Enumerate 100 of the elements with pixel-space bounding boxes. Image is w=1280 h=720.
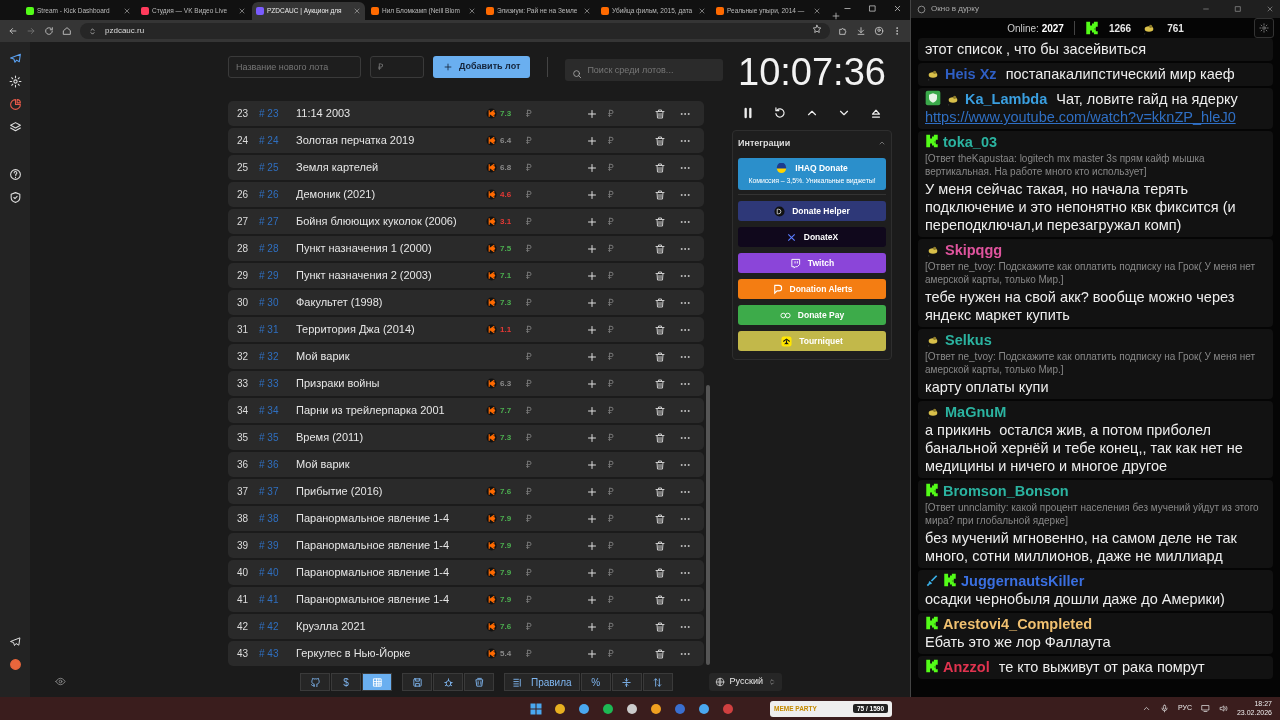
amount-field[interactable]: ₽ (608, 457, 648, 472)
close-icon[interactable] (468, 7, 476, 15)
b-logo-icon[interactable] (8, 658, 22, 671)
add-amount-button[interactable] (586, 566, 598, 579)
settings-icon[interactable] (8, 75, 22, 88)
lot-title[interactable]: Территория Джа (2014) (296, 321, 486, 338)
toolbar-button[interactable] (433, 673, 463, 691)
delete-button[interactable] (654, 215, 666, 228)
lot-title[interactable]: Круэлла 2021 (296, 618, 486, 635)
profile-icon[interactable] (874, 26, 884, 36)
lot-title[interactable]: Паранормальное явление 1-4 (296, 537, 486, 554)
logo-icon[interactable] (8, 52, 22, 65)
delete-button[interactable] (654, 188, 666, 201)
app-icon[interactable] (698, 702, 710, 715)
app-icon[interactable] (626, 702, 638, 715)
add-amount-button[interactable] (586, 242, 598, 255)
toolbar-button[interactable] (402, 673, 432, 691)
amount-field[interactable]: ₽ (608, 160, 648, 175)
amount-field[interactable]: ₽ (608, 295, 648, 310)
amount-field[interactable]: ₽ (608, 268, 648, 283)
speaker-icon[interactable] (1218, 704, 1228, 713)
help-icon[interactable] (8, 168, 22, 181)
lot-title[interactable]: Время (2011) (296, 429, 486, 446)
new-tab-icon[interactable] (831, 11, 841, 21)
amount-field[interactable]: ₽ (608, 538, 648, 553)
telegram-icon[interactable] (9, 636, 21, 648)
delete-button[interactable] (654, 620, 666, 633)
lot-title[interactable]: Факультет (1998) (296, 294, 486, 311)
add-amount-button[interactable] (586, 377, 598, 390)
scrollbar[interactable] (706, 385, 710, 665)
lot-title[interactable]: Пункт назначения 2 (2003) (296, 267, 486, 284)
lot-name-field[interactable]: Название нового лота (228, 56, 361, 78)
price-field[interactable]: ₽ (370, 56, 424, 78)
delete-button[interactable] (654, 566, 666, 579)
add-amount-button[interactable] (586, 620, 598, 633)
close-icon[interactable] (893, 4, 902, 13)
lot-title[interactable]: Геркулес в Нью-Йорке (296, 645, 486, 662)
address-bar[interactable]: pzdcauc.ru (80, 23, 830, 39)
lot-title[interactable]: 11:14 2003 (296, 105, 486, 122)
delete-button[interactable] (654, 431, 666, 444)
lot-title[interactable]: Золотая перчатка 2019 (296, 132, 486, 149)
delete-button[interactable] (654, 539, 666, 552)
close-icon[interactable] (698, 7, 706, 15)
message-link[interactable]: https://www.youtube.com/watch?v=kknZP_hleJ0 (925, 108, 1236, 126)
site-info-icon[interactable] (88, 26, 97, 36)
amount-field[interactable]: ₽ (608, 241, 648, 256)
lot-title[interactable]: Мой варик (296, 456, 486, 473)
add-amount-button[interactable] (586, 350, 598, 363)
close-icon[interactable] (583, 7, 591, 15)
extension-icon[interactable] (838, 26, 848, 36)
lot-title[interactable]: Прибытие (2016) (296, 483, 486, 500)
amount-field[interactable]: ₽ (608, 511, 648, 526)
amount-field[interactable]: ₽ (608, 133, 648, 148)
delete-button[interactable] (654, 134, 666, 147)
amount-field[interactable]: ₽ (608, 106, 648, 121)
username[interactable]: Bromson_Bonson (943, 483, 1069, 499)
timer-button[interactable] (773, 105, 787, 120)
add-amount-button[interactable] (586, 215, 598, 228)
add-amount-button[interactable] (586, 593, 598, 606)
amount-field[interactable]: ₽ (608, 430, 648, 445)
amount-field[interactable]: ₽ (608, 619, 648, 634)
monitor-icon[interactable] (1200, 704, 1210, 713)
delete-button[interactable] (654, 269, 666, 282)
chevron-up-icon[interactable] (1141, 704, 1151, 713)
add-amount-button[interactable] (586, 431, 598, 444)
delete-button[interactable] (654, 107, 666, 120)
username[interactable]: toka_03 (943, 134, 997, 150)
close-icon[interactable] (238, 7, 246, 15)
username[interactable]: Skipqgg (945, 242, 1003, 258)
amount-field[interactable]: ₽ (608, 376, 648, 391)
add-amount-button[interactable] (586, 323, 598, 336)
toolbar-button[interactable] (464, 673, 494, 691)
maximize-icon[interactable] (868, 4, 877, 13)
shield-icon[interactable] (8, 191, 22, 204)
close-icon[interactable] (1266, 5, 1274, 13)
search-field[interactable]: Поиск среди лотов... (565, 59, 724, 81)
close-icon[interactable] (123, 7, 131, 15)
language-select[interactable]: Русский (708, 673, 782, 691)
add-amount-button[interactable] (586, 647, 598, 660)
microphone-icon[interactable] (1159, 704, 1169, 713)
add-amount-button[interactable] (586, 107, 598, 120)
close-icon[interactable] (353, 7, 361, 15)
lot-title[interactable]: Призраки войны (296, 375, 486, 392)
amount-field[interactable]: ₽ (608, 565, 648, 580)
app-icon[interactable] (650, 702, 662, 715)
delete-button[interactable] (654, 593, 666, 606)
username[interactable]: MaGnuM (945, 404, 1007, 420)
delete-button[interactable] (654, 404, 666, 417)
toolbar-button[interactable] (642, 673, 673, 691)
delete-button[interactable] (654, 242, 666, 255)
lot-title[interactable]: Земля картелей (296, 159, 486, 176)
delete-button[interactable] (654, 458, 666, 471)
add-amount-button[interactable] (586, 485, 598, 498)
add-amount-button[interactable] (586, 296, 598, 309)
eye-icon[interactable] (55, 676, 66, 687)
delete-button[interactable] (654, 296, 666, 309)
close-icon[interactable] (813, 7, 821, 15)
add-amount-button[interactable] (586, 512, 598, 525)
toolbar-button[interactable] (611, 673, 642, 691)
lot-title[interactable]: Пункт назначения 1 (2000) (296, 240, 486, 257)
